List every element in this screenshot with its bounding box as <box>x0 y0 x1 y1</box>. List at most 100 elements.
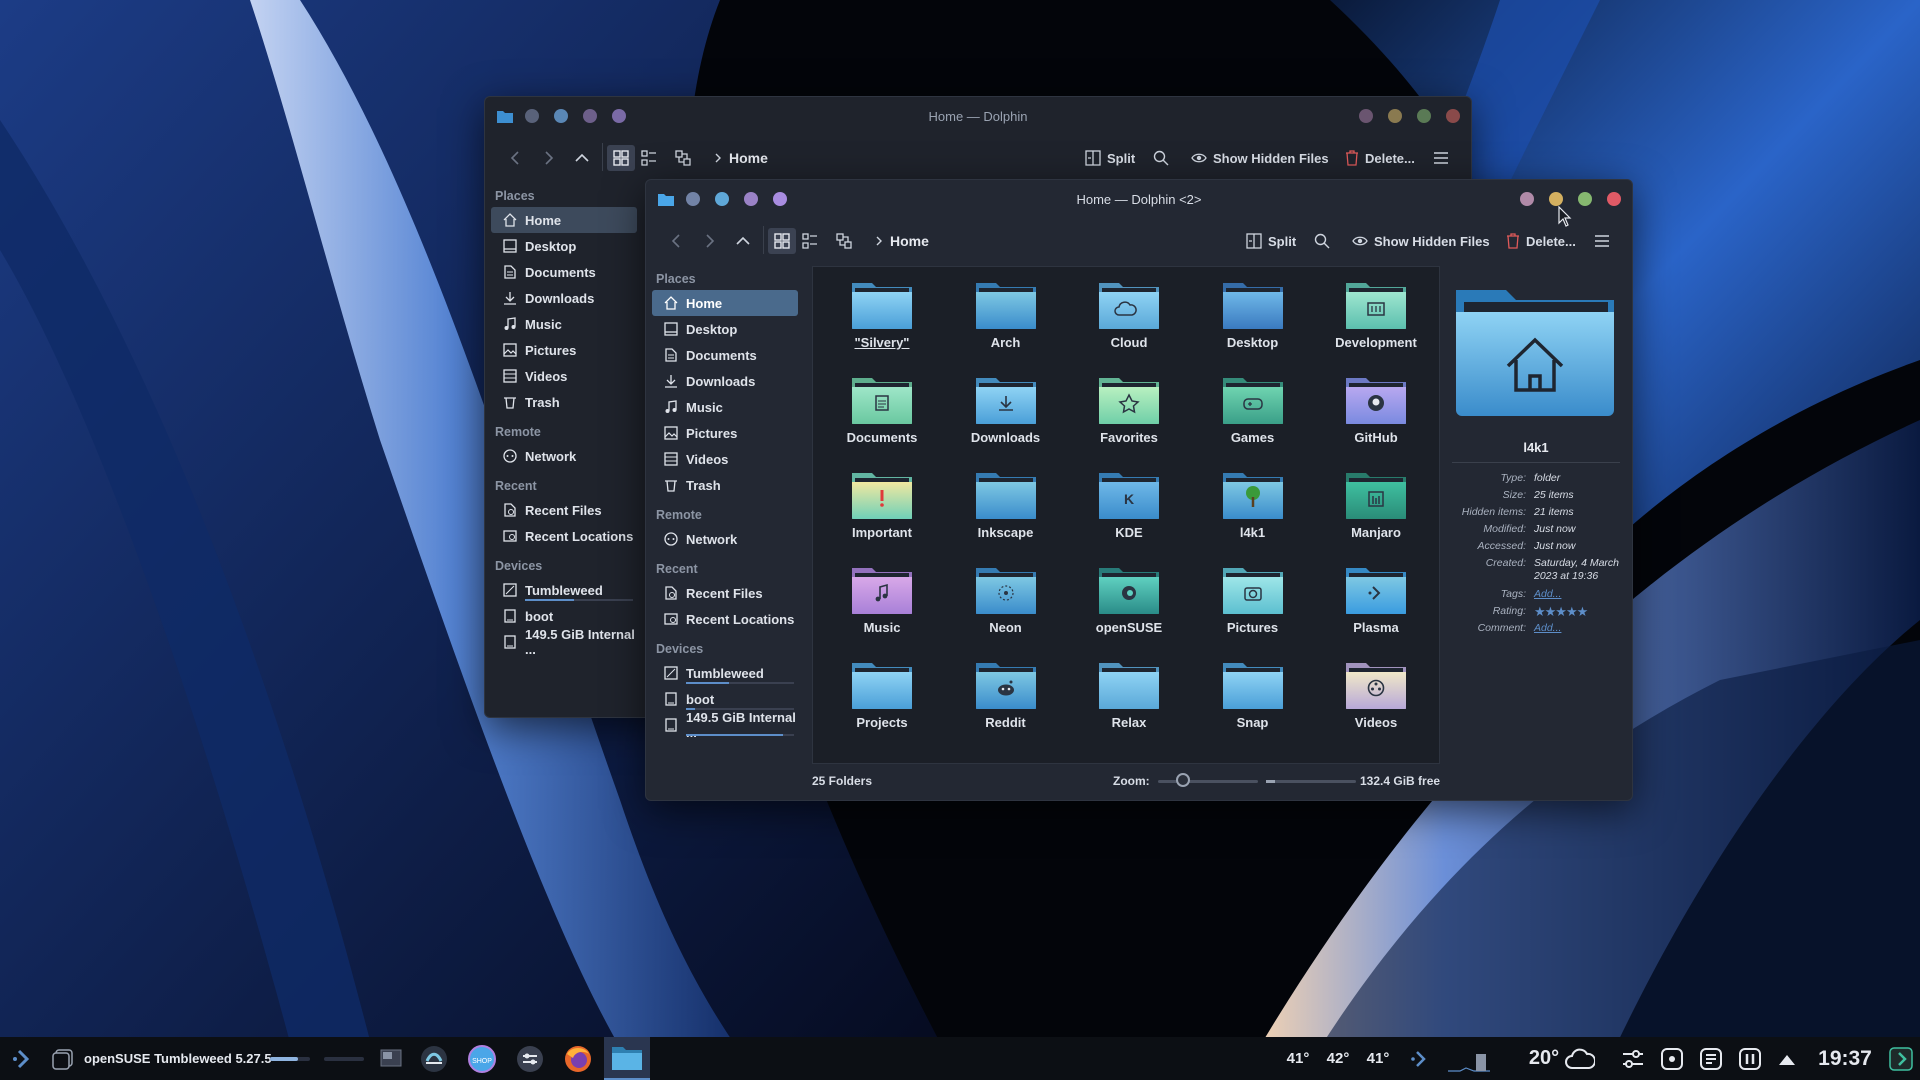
place-home[interactable]: Home <box>652 290 798 316</box>
tray-sliders[interactable] <box>1616 1037 1650 1080</box>
device-internal[interactable]: 149.5 GiB Internal ... <box>491 627 637 657</box>
cpu-temp-1[interactable]: 41° <box>1280 1037 1316 1080</box>
place-documents[interactable]: Documents <box>652 342 798 368</box>
folder-item[interactable]: Reddit <box>951 659 1061 751</box>
folder-item[interactable]: Projects <box>827 659 937 751</box>
folder-item[interactable]: Cloud <box>1074 279 1184 371</box>
place-music[interactable]: Music <box>652 394 798 420</box>
title-bar[interactable]: Home — Dolphin <2> <box>646 180 1632 220</box>
close-button[interactable] <box>1607 192 1621 206</box>
split-button[interactable]: Split <box>1246 228 1296 254</box>
place-desktop[interactable]: Desktop <box>491 233 637 259</box>
delete-button[interactable]: Delete... <box>1506 228 1576 254</box>
place-music[interactable]: Music <box>491 311 637 337</box>
place-pictures[interactable]: Pictures <box>652 420 798 446</box>
folder-item[interactable]: Development <box>1321 279 1431 371</box>
place-recent-locations[interactable]: Recent Locations <box>652 606 798 632</box>
up-button[interactable] <box>574 145 596 171</box>
split-button[interactable]: Split <box>1085 145 1135 171</box>
folder-item[interactable]: l4k1 <box>1198 469 1308 561</box>
active-window-title[interactable]: openSUSE Tumbleweed 5.27.5 <box>52 1037 272 1080</box>
media-indicator[interactable] <box>320 1037 368 1080</box>
cpu-temp-2[interactable]: 42° <box>1320 1037 1356 1080</box>
menu-button[interactable] <box>554 109 568 123</box>
folder-item[interactable]: Desktop <box>1198 279 1308 371</box>
tray-expand[interactable] <box>1772 1037 1802 1080</box>
folder-item[interactable]: K KDE <box>1074 469 1184 561</box>
weather-widget[interactable]: 20° <box>1522 1037 1602 1080</box>
folder-item[interactable]: Manjaro <box>1321 469 1431 561</box>
shade-button[interactable] <box>744 192 758 206</box>
pin-button[interactable] <box>686 192 700 206</box>
folder-item[interactable]: Neon <box>951 564 1061 656</box>
comment-add-link[interactable]: Add... <box>1534 620 1626 637</box>
place-documents[interactable]: Documents <box>491 259 637 285</box>
zoom-slider[interactable] <box>1158 773 1258 787</box>
folder-item[interactable]: openSUSE <box>1074 564 1184 656</box>
hamburger-menu-button[interactable] <box>1594 228 1616 254</box>
keep-above-button[interactable] <box>612 109 626 123</box>
folder-item[interactable]: Documents <box>827 374 937 466</box>
place-downloads[interactable]: Downloads <box>652 368 798 394</box>
search-button[interactable] <box>1153 145 1175 171</box>
keep-above-button[interactable] <box>773 192 787 206</box>
minimize-button[interactable] <box>1388 109 1402 123</box>
desktop-pager[interactable] <box>376 1037 406 1080</box>
place-trash[interactable]: Trash <box>491 389 637 415</box>
maximize-button[interactable] <box>1417 109 1431 123</box>
folder-item[interactable]: Videos <box>1321 659 1431 751</box>
details-view-button[interactable] <box>802 228 824 254</box>
show-hidden-files-button[interactable]: Show Hidden Files <box>1352 228 1490 254</box>
place-network[interactable]: Network <box>652 526 798 552</box>
breadcrumb[interactable]: Home <box>874 228 929 254</box>
compact-view-button[interactable] <box>675 145 697 171</box>
folder-item[interactable]: Favorites <box>1074 374 1184 466</box>
place-videos[interactable]: Videos <box>491 363 637 389</box>
digital-clock[interactable]: 19:37 <box>1810 1037 1880 1080</box>
show-desktop-button[interactable] <box>1886 1037 1916 1080</box>
task-dolphin[interactable] <box>604 1037 650 1080</box>
task-shop[interactable]: SHOP <box>460 1037 504 1080</box>
title-bar[interactable]: Home — Dolphin <box>485 97 1471 137</box>
compact-view-button[interactable] <box>836 228 858 254</box>
shade-button[interactable] <box>583 109 597 123</box>
application-launcher[interactable] <box>6 1037 40 1080</box>
place-pictures[interactable]: Pictures <box>491 337 637 363</box>
folder-item[interactable]: Downloads <box>951 374 1061 466</box>
folder-item[interactable]: Pictures <box>1198 564 1308 656</box>
place-trash[interactable]: Trash <box>652 472 798 498</box>
minimize-button[interactable] <box>1549 192 1563 206</box>
back-button[interactable] <box>668 228 690 254</box>
tray-media-pause[interactable] <box>1733 1037 1767 1080</box>
menu-button[interactable] <box>715 192 729 206</box>
tray-clipboard[interactable] <box>1694 1037 1728 1080</box>
device-tumbleweed[interactable]: Tumbleweed <box>652 660 798 686</box>
close-button[interactable] <box>1446 109 1460 123</box>
place-network[interactable]: Network <box>491 443 637 469</box>
forward-button[interactable] <box>702 228 724 254</box>
search-button[interactable] <box>1314 228 1336 254</box>
place-recent-files[interactable]: Recent Files <box>491 497 637 523</box>
kdeconnect-indicator[interactable] <box>1404 1037 1436 1080</box>
place-downloads[interactable]: Downloads <box>491 285 637 311</box>
breadcrumb-home[interactable]: Home <box>890 233 929 249</box>
place-videos[interactable]: Videos <box>652 446 798 472</box>
folder-item[interactable]: GitHub <box>1321 374 1431 466</box>
tray-record[interactable] <box>1655 1037 1689 1080</box>
folder-item[interactable]: Inkscape <box>951 469 1061 561</box>
delete-button[interactable]: Delete... <box>1345 145 1415 171</box>
pin-button[interactable] <box>525 109 539 123</box>
back-button[interactable] <box>507 145 529 171</box>
place-recent-files[interactable]: Recent Files <box>652 580 798 606</box>
place-desktop[interactable]: Desktop <box>652 316 798 342</box>
device-boot[interactable]: boot <box>491 603 637 629</box>
show-hidden-files-button[interactable]: Show Hidden Files <box>1191 145 1329 171</box>
folder-item[interactable]: Relax <box>1074 659 1184 751</box>
volume-indicator[interactable] <box>268 1037 312 1080</box>
folder-item[interactable]: Games <box>1198 374 1308 466</box>
place-recent-locations[interactable]: Recent Locations <box>491 523 637 549</box>
device-internal[interactable]: 149.5 GiB Internal ... <box>652 710 798 740</box>
device-boot[interactable]: boot <box>652 686 798 712</box>
rating-stars[interactable]: ★★★★★ <box>1534 603 1626 620</box>
hamburger-menu-button[interactable] <box>1433 145 1455 171</box>
